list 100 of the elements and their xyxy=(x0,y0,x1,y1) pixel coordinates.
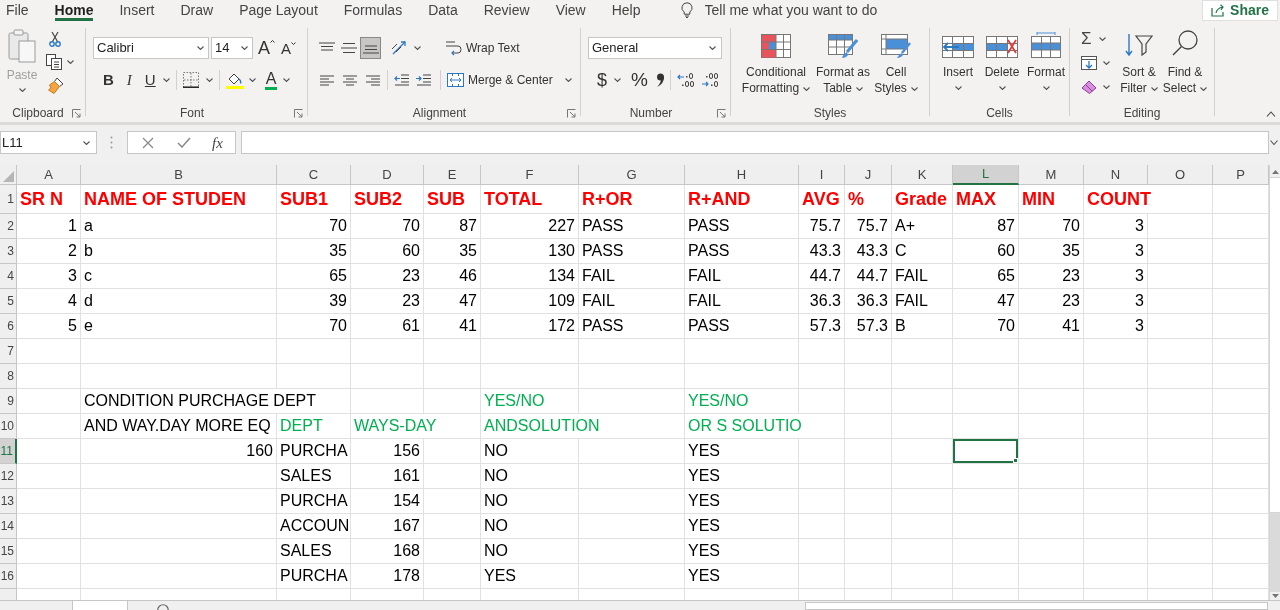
shrink-font-button[interactable]: A xyxy=(281,41,297,57)
ribbon-tab[interactable]: Draw xyxy=(180,0,214,21)
scroll-down-icon[interactable] xyxy=(1271,594,1279,598)
column-header[interactable]: B xyxy=(81,165,277,185)
fill-bucket-icon[interactable] xyxy=(225,71,244,89)
caret-icon[interactable] xyxy=(1150,86,1158,91)
caret-icon[interactable] xyxy=(1200,86,1208,91)
caret-icon[interactable] xyxy=(162,78,170,82)
caret-icon[interactable] xyxy=(1042,86,1050,90)
column-header[interactable]: J xyxy=(845,165,892,185)
row-header[interactable]: 11 xyxy=(0,439,17,464)
eraser-icon[interactable] xyxy=(1081,80,1097,94)
comma-style-icon[interactable] xyxy=(655,73,664,87)
cell-styles-button[interactable]: Cell Styles xyxy=(873,22,919,102)
column-header[interactable]: P xyxy=(1213,165,1269,185)
fill-down-icon[interactable] xyxy=(1081,56,1097,70)
column-header[interactable]: M xyxy=(1019,165,1084,185)
bottom-align-button[interactable] xyxy=(360,37,381,59)
caret-icon[interactable] xyxy=(910,86,918,91)
caret-icon[interactable] xyxy=(1103,85,1110,89)
row-header[interactable]: 5 xyxy=(0,289,17,314)
caret-icon[interactable] xyxy=(1098,37,1106,41)
selected-cell[interactable] xyxy=(953,439,1019,464)
caret-icon[interactable] xyxy=(954,86,962,90)
scissors-icon[interactable] xyxy=(49,31,61,47)
copy-icon[interactable] xyxy=(46,54,62,70)
column-header[interactable]: E xyxy=(424,165,481,185)
column-header[interactable]: N xyxy=(1084,165,1148,185)
horizontal-scrollbar[interactable] xyxy=(805,602,1268,610)
collapse-ribbon-icon[interactable] xyxy=(1266,111,1276,117)
insert-cells-button[interactable]: Insert xyxy=(937,22,979,102)
caret-icon[interactable] xyxy=(855,86,863,91)
column-header[interactable]: F xyxy=(481,165,579,185)
find-select-button[interactable]: Find & Select xyxy=(1161,22,1209,102)
autosum-button[interactable]: Σ xyxy=(1081,30,1092,48)
column-header[interactable]: L xyxy=(953,165,1019,185)
caret-icon[interactable] xyxy=(414,46,421,50)
font-size-dropdown[interactable]: 14 xyxy=(211,37,253,59)
column-header[interactable]: K xyxy=(892,165,953,185)
sort-filter-button[interactable]: Sort & Filter xyxy=(1117,22,1161,102)
row-header[interactable]: 8 xyxy=(0,364,17,389)
paintbrush-icon[interactable] xyxy=(48,77,64,94)
decrease-indent-icon[interactable] xyxy=(394,74,410,86)
caret-icon[interactable] xyxy=(248,78,256,82)
format-cells-button[interactable]: Format xyxy=(1025,22,1067,102)
row-header[interactable]: 3 xyxy=(0,239,17,264)
expand-formula-icon[interactable] xyxy=(1270,140,1278,145)
column-header[interactable]: G xyxy=(579,165,685,185)
row-header[interactable]: 9 xyxy=(0,389,17,414)
dialog-launcher-icon[interactable] xyxy=(717,108,726,118)
row-header[interactable]: 15 xyxy=(0,539,17,564)
ribbon-tab[interactable]: Review xyxy=(483,0,530,21)
ribbon-tab[interactable]: Data xyxy=(428,0,458,21)
row-header[interactable]: 10 xyxy=(0,414,17,439)
caret-icon[interactable] xyxy=(614,78,621,82)
caret-icon[interactable] xyxy=(283,78,291,82)
wrap-text-button[interactable]: Wrap Text xyxy=(445,39,520,57)
italic-button[interactable]: I xyxy=(126,68,132,92)
bold-button[interactable]: B xyxy=(103,68,114,92)
formula-input[interactable] xyxy=(241,131,1269,154)
row-header[interactable]: 12 xyxy=(0,464,17,489)
dialog-launcher-icon[interactable] xyxy=(72,108,81,118)
close-icon[interactable] xyxy=(142,136,154,149)
row-header[interactable]: 2 xyxy=(0,214,17,239)
grow-font-button[interactable]: A xyxy=(258,39,275,57)
caret-icon[interactable] xyxy=(564,78,572,82)
ribbon-tab[interactable]: Page Layout xyxy=(239,0,318,21)
column-header[interactable]: H xyxy=(685,165,799,185)
font-name-dropdown[interactable]: Calibri xyxy=(93,37,209,59)
row-header[interactable]: 1 xyxy=(0,185,17,214)
row-header[interactable]: 14 xyxy=(0,514,17,539)
insert-function-button[interactable]: fx xyxy=(212,134,223,151)
ribbon-tab[interactable]: Insert xyxy=(119,0,155,21)
column-header[interactable]: I xyxy=(799,165,845,185)
column-header[interactable]: O xyxy=(1148,165,1213,185)
font-color-button[interactable]: A xyxy=(264,70,278,90)
row-header[interactable]: 4 xyxy=(0,264,17,289)
row-header[interactable]: 7 xyxy=(0,339,17,364)
column-header[interactable]: A xyxy=(17,165,81,185)
percent-button[interactable]: % xyxy=(631,70,648,90)
caret-icon[interactable] xyxy=(197,46,204,50)
ribbon-tab[interactable]: Formulas xyxy=(343,0,403,21)
column-header[interactable]: D xyxy=(351,165,424,185)
caret-icon[interactable] xyxy=(1103,61,1110,65)
caret-icon[interactable] xyxy=(709,46,716,50)
name-box[interactable]: L11 xyxy=(0,131,97,154)
share-button[interactable]: Share xyxy=(1202,0,1278,21)
ribbon-tab[interactable]: Help xyxy=(611,0,641,21)
caret-icon[interactable] xyxy=(205,78,213,82)
ribbon-tab[interactable]: File xyxy=(6,0,29,21)
row-header[interactable]: 16 xyxy=(0,564,17,589)
dialog-launcher-icon[interactable] xyxy=(567,108,576,118)
caret-icon[interactable] xyxy=(803,86,811,91)
scroll-up-icon[interactable] xyxy=(1271,170,1279,174)
number-format-dropdown[interactable]: General xyxy=(588,37,722,59)
borders-icon[interactable] xyxy=(182,72,199,88)
underline-button[interactable]: U xyxy=(144,68,156,92)
increase-decimal-icon[interactable] xyxy=(676,73,695,87)
merge-and-center-button[interactable]: Merge & Center xyxy=(447,71,572,89)
increase-indent-icon[interactable] xyxy=(416,74,432,86)
